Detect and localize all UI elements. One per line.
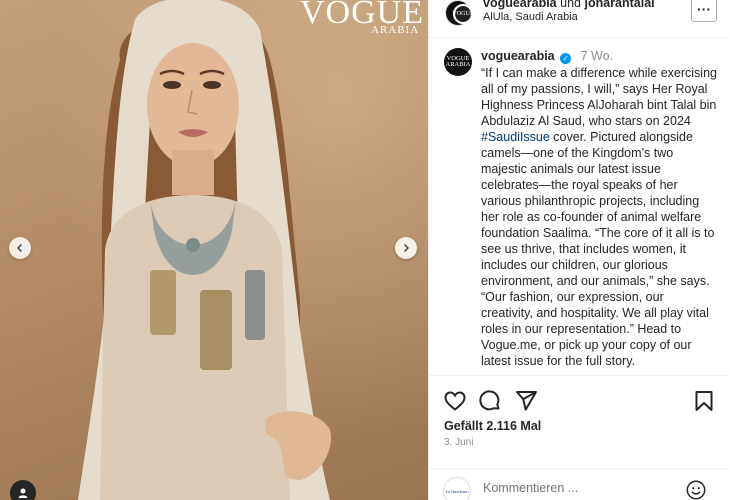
bookmark-icon[interactable]: [692, 389, 716, 413]
emoji-icon[interactable]: [685, 479, 707, 500]
post-sidebar: VOGUE voguearabia und jonarantalal AlUla…: [428, 0, 730, 500]
more-options-button[interactable]: ···: [691, 0, 717, 22]
caption-header: voguearabia ✓ 7 Wo.: [481, 49, 613, 64]
caption-timestamp[interactable]: 7 Wo.: [581, 49, 613, 63]
hashtag-link[interactable]: #SaudiIssue: [481, 130, 550, 144]
magazine-logo-subtitle: ARABIA: [371, 24, 420, 36]
carousel-prev-button[interactable]: [9, 237, 31, 259]
caption-area: VOGUE ARABIA voguearabia ✓ 7 Wo. “If I c…: [429, 38, 729, 375]
post-date[interactable]: 3. Juni: [444, 437, 473, 448]
tagged-users-button[interactable]: [10, 480, 36, 500]
commenter-avatar: Ihr Nachbarn: [443, 477, 471, 500]
heart-icon[interactable]: [443, 389, 467, 413]
post-image[interactable]: VOGUE ARABIA: [0, 0, 428, 500]
chevron-right-icon: [403, 243, 410, 253]
caption-text-part1: “If I can make a difference while exerci…: [481, 66, 717, 128]
coauthor-username[interactable]: jonarantalal: [584, 0, 654, 10]
post-header: VOGUE voguearabia und jonarantalal AlUla…: [429, 0, 729, 38]
caption-username[interactable]: voguearabia: [481, 49, 555, 63]
verified-badge-icon: ✓: [560, 53, 572, 64]
comment-bar: Ihr Nachbarn: [429, 468, 729, 500]
caption-text: “If I can make a difference while exerci…: [481, 65, 717, 369]
author-joiner: und: [560, 0, 581, 10]
comment-input[interactable]: [483, 481, 673, 495]
portrait-figure: [78, 0, 331, 500]
user-tag-icon: [18, 488, 28, 498]
post-authors: voguearabia und jonarantalal: [483, 0, 655, 10]
post-location[interactable]: AlUla, Saudi Arabia: [483, 11, 578, 23]
like-count[interactable]: Gefällt 2.116 Mal: [444, 419, 541, 433]
comment-icon[interactable]: [478, 389, 502, 413]
chevron-left-icon: [16, 243, 23, 253]
caption-avatar[interactable]: VOGUE ARABIA: [444, 48, 472, 76]
caption-text-part2: cover. Pictured alongside camels—one of …: [481, 130, 715, 368]
coauthor-avatar[interactable]: VOGUE: [453, 4, 474, 24]
send-icon[interactable]: [514, 389, 538, 413]
action-bar: Gefällt 2.116 Mal 3. Juni Ihr Nachbarn: [429, 375, 729, 500]
author-username[interactable]: voguearabia: [483, 0, 557, 10]
carousel-next-button[interactable]: [395, 237, 417, 259]
